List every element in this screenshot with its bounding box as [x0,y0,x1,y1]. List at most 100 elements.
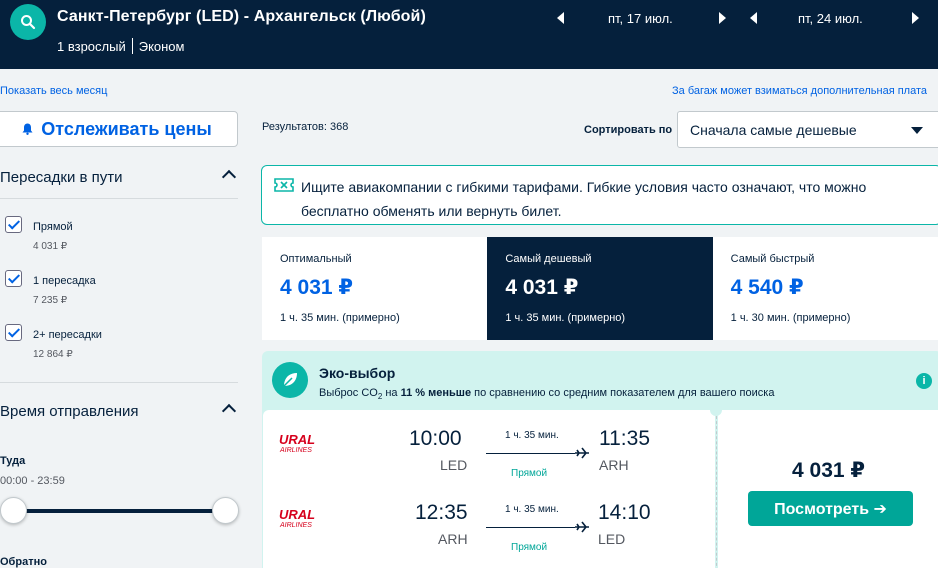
results-count: Результатов: 368 [262,121,349,133]
baggage-fee-link[interactable]: За багаж может взиматься дополнительная … [672,85,927,97]
stop-option-label: 2+ пересадки [33,329,102,341]
tab-title: Самый дешевый [505,253,592,265]
previous-date-icon[interactable] [557,12,564,24]
search-icon [21,15,36,30]
departure-airport: LED [440,457,468,473]
tab-price: 4 540 ₽ [730,276,804,299]
chevron-up-icon [221,169,237,185]
arrival-airport: ARH [599,457,629,473]
checkbox-two-plus-stops[interactable] [5,324,22,341]
next-date-icon[interactable] [719,12,726,24]
logo-word: AIRLINES [279,522,312,529]
ticket-price-pane [718,410,938,568]
eco-title: Эко-выбор [319,365,396,381]
depart-date-picker [557,8,564,28]
stop-option-price: 7 235 ₽ [33,295,68,306]
sort-tabs: Оптимальный 4 031 ₽ 1 ч. 35 мин. (пример… [262,237,938,340]
tab-title: Оптимальный [280,253,352,265]
ticket-divider [716,416,717,568]
leg-duration: 1 ч. 35 мин. [505,504,559,515]
tab-price: 4 031 ₽ [505,276,579,299]
tab-duration: 1 ч. 35 мин. (примерно) [505,312,626,324]
ticket-notch [710,404,722,416]
bell-icon [22,123,33,135]
info-icon[interactable]: i [916,373,932,389]
divider [0,198,238,199]
logo-word: URAL [279,432,315,447]
stop-option-price: 12 864 ₽ [33,349,73,360]
return-date[interactable]: пт, 24 июл. [798,8,863,28]
logo-word: AIRLINES [279,447,312,454]
previous-date-icon[interactable] [750,12,757,24]
plane-icon [575,521,589,533]
search-button[interactable] [10,4,46,40]
stops-filter-header[interactable]: Пересадки в пути [0,169,238,186]
track-prices-label: Отслеживать цены [41,118,212,139]
depart-date[interactable]: пт, 17 июл. [608,8,673,28]
caret-down-icon [911,127,923,134]
departure-airport: ARH [438,531,468,547]
cabin-label: Эконом [138,38,185,54]
arrival-time: 14:10 [598,501,651,524]
eco-badge [272,362,308,398]
view-deal-button[interactable]: Посмотреть ➔ [748,491,913,526]
route-title[interactable]: Санкт-Петербург (LED) - Архангельск (Люб… [57,8,426,26]
eco-description: Выброс CO2 на 11 % меньше по сравнению с… [319,387,774,401]
tab-best[interactable]: Оптимальный 4 031 ₽ 1 ч. 35 мин. (пример… [262,237,487,340]
search-summary-header: Санкт-Петербург (LED) - Архангельск (Люб… [0,0,938,69]
show-whole-month-link[interactable]: Показать весь месяц [0,85,107,97]
stops-filter-title: Пересадки в пути [0,169,123,186]
flexible-fares-text: Ищите авиакомпании с гибкими тарифами. Г… [301,179,867,219]
leaf-icon [283,373,297,387]
divider [0,382,238,383]
logo-word: URAL [279,507,315,522]
tab-duration: 1 ч. 35 мин. (примерно) [280,312,400,324]
stop-option-label: Прямой [33,221,73,233]
passenger-cabin-summary[interactable]: 1 взрослый Эконом [57,38,184,54]
sort-value: Сначала самые дешевые [690,122,857,138]
ticket-price: 4 031 ₽ [792,459,865,482]
stop-option-label: 1 пересадка [33,275,96,287]
checkbox-direct[interactable] [5,216,22,233]
departure-time: 12:35 [415,501,468,524]
ural-airlines-logo: URAL AIRLINES [279,432,315,454]
checkbox-one-stop[interactable] [5,270,22,287]
leg-duration: 1 ч. 35 мин. [505,430,559,441]
arrival-airport: LED [598,531,626,547]
time-slider-track[interactable] [6,509,228,513]
leg-line [486,453,575,454]
tab-title: Самый быстрый [730,253,815,265]
slider-handle-start[interactable] [0,497,27,524]
leg-stops: Прямой [511,468,548,479]
departure-time: 10:00 [409,427,462,450]
slider-handle-end[interactable] [212,497,239,524]
passengers-label: 1 взрослый [57,38,126,54]
divider [131,38,133,54]
chevron-up-icon [221,403,237,419]
tab-fastest[interactable]: Самый быстрый 4 540 ₽ 1 ч. 30 мин. (прим… [713,237,938,340]
ticket-icon [274,178,294,192]
return-next [912,8,919,28]
departure-time-filter-header[interactable]: Время отправления [0,403,238,420]
tab-duration: 1 ч. 30 мин. (примерно) [730,312,851,324]
sort-dropdown[interactable]: Сначала самые дешевые [677,111,938,148]
next-date-icon[interactable] [912,12,919,24]
outbound-time-range: 00:00 - 23:59 [0,475,65,487]
return-prev [750,8,757,28]
eco-text-suffix: по сравнению со средним показателем для … [471,387,775,399]
sort-label: Сортировать по [584,124,673,136]
departure-time-title: Время отправления [0,403,139,420]
flexible-fares-banner: Ищите авиакомпании с гибкими тарифами. Г… [261,165,938,225]
track-prices-button[interactable]: Отслеживать цены [0,111,238,147]
ural-airlines-logo: URAL AIRLINES [279,507,315,529]
tab-price: 4 031 ₽ [280,276,353,299]
eco-text-bold: 11 % меньше [400,387,472,399]
eco-text-prefix: Выброс CO [319,387,378,399]
leg-line [486,527,575,528]
eco-text-mid: на [382,387,401,399]
tab-cheapest[interactable]: Самый дешевый 4 031 ₽ 1 ч. 35 мин. (прим… [487,237,713,340]
depart-next [719,8,726,28]
leg-stops: Прямой [511,542,548,553]
stop-option-price: 4 031 ₽ [33,241,68,252]
plane-icon [575,447,589,459]
